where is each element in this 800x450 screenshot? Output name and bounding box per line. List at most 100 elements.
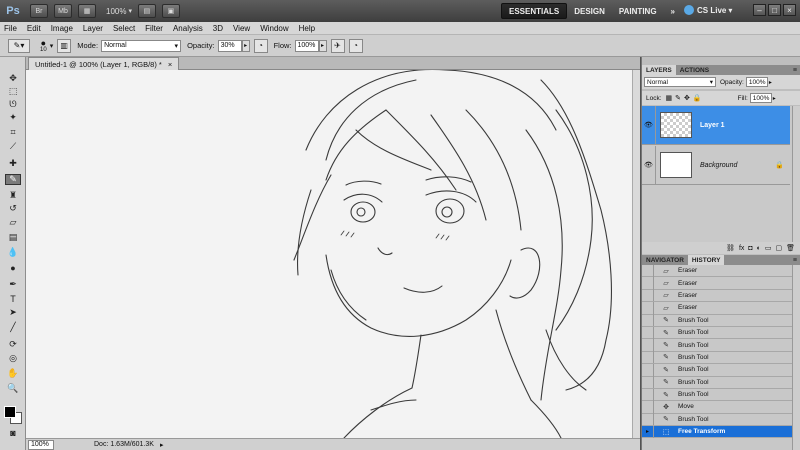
panel-menu-icon[interactable]: ≡ bbox=[789, 255, 800, 265]
layer-row-background[interactable]: 👁 Background 🔒 bbox=[642, 145, 790, 185]
panel-menu-icon[interactable]: ≡ bbox=[789, 65, 800, 75]
status-zoom-input[interactable]: 100% bbox=[28, 439, 54, 450]
menu-image[interactable]: Image bbox=[51, 24, 73, 33]
menu-3d[interactable]: 3D bbox=[213, 24, 223, 33]
3d-rotate-tool[interactable]: ⟳ bbox=[5, 339, 21, 350]
screen-mode-button[interactable]: ▣ bbox=[161, 4, 180, 18]
workspace-essentials[interactable]: ESSENTIALS bbox=[501, 3, 568, 19]
snapshot-source-box[interactable] bbox=[642, 314, 654, 327]
mode-select[interactable]: Normal ▾ bbox=[101, 39, 182, 52]
quick-mask-button[interactable]: ◙ bbox=[5, 427, 21, 438]
fx-icon[interactable]: fx bbox=[739, 245, 744, 252]
visibility-eye-icon[interactable]: 👁 bbox=[642, 145, 656, 185]
history-item[interactable]: ▱ Eraser bbox=[642, 301, 792, 315]
snapshot-source-box[interactable] bbox=[642, 339, 654, 352]
opacity-slider-toggle[interactable]: ▸ bbox=[241, 39, 250, 52]
healing-brush-tool[interactable]: ✚ bbox=[5, 158, 21, 169]
history-item[interactable]: ✎ Brush Tool bbox=[642, 413, 792, 427]
chevron-down-icon[interactable]: ▾ bbox=[50, 42, 54, 50]
dodge-tool[interactable]: ● bbox=[5, 262, 21, 273]
fill-slider-toggle[interactable]: ▸ bbox=[773, 95, 776, 102]
tool-preset-picker[interactable]: ✎▾ bbox=[8, 38, 30, 53]
menu-edit[interactable]: Edit bbox=[27, 24, 41, 33]
brush-preset-picker[interactable]: ● 10 bbox=[40, 38, 47, 53]
snapshot-source-box[interactable] bbox=[642, 351, 654, 364]
view-extras-button[interactable]: ▦ bbox=[78, 4, 96, 18]
snapshot-source-box[interactable] bbox=[642, 277, 654, 290]
snapshot-source-box[interactable] bbox=[642, 363, 654, 376]
status-menu-arrow[interactable]: ▸ bbox=[160, 441, 164, 449]
clone-stamp-tool[interactable]: ♜ bbox=[5, 190, 21, 201]
visibility-eye-icon[interactable]: 👁 bbox=[642, 105, 656, 145]
menu-layer[interactable]: Layer bbox=[83, 24, 103, 33]
history-item[interactable]: ✎ Brush Tool bbox=[642, 388, 792, 402]
history-item[interactable]: ▱ Eraser bbox=[642, 289, 792, 303]
trash-icon[interactable]: 🗑 bbox=[786, 244, 795, 252]
history-item-current[interactable]: ▸ ⬚ Free Transform bbox=[642, 425, 792, 439]
3d-orbit-tool[interactable]: ◎ bbox=[5, 353, 21, 364]
add-mask-icon[interactable]: ◘ bbox=[748, 245, 752, 252]
menu-view[interactable]: View bbox=[233, 24, 250, 33]
history-scrollbar[interactable] bbox=[792, 265, 800, 450]
history-item[interactable]: ▱ Eraser bbox=[642, 277, 792, 290]
hand-tool[interactable]: ✋ bbox=[5, 368, 21, 379]
tab-navigator[interactable]: NAVIGATOR bbox=[642, 255, 688, 265]
layers-scrollbar[interactable] bbox=[792, 106, 800, 242]
fill-input[interactable]: 100% bbox=[749, 93, 772, 103]
tab-layers[interactable]: LAYERS bbox=[642, 65, 676, 75]
snapshot-source-box[interactable] bbox=[642, 388, 654, 401]
pressure-size-toggle[interactable]: ◔ bbox=[348, 38, 363, 53]
quick-selection-tool[interactable]: ✦ bbox=[5, 112, 21, 123]
snapshot-source-box[interactable] bbox=[642, 401, 654, 413]
history-brush-tool[interactable]: ↺ bbox=[5, 203, 21, 214]
history-item[interactable]: ✎ Brush Tool bbox=[642, 351, 792, 365]
snapshot-source-box[interactable] bbox=[642, 413, 654, 426]
foreground-color-swatch[interactable] bbox=[4, 406, 16, 418]
brush-tool[interactable]: ✎ bbox=[5, 174, 21, 185]
crop-tool[interactable]: ⌗ bbox=[5, 127, 21, 138]
chevron-down-icon[interactable]: ▾ bbox=[128, 7, 132, 15]
menu-select[interactable]: Select bbox=[113, 24, 135, 33]
snapshot-source-box[interactable]: ▸ bbox=[642, 425, 654, 438]
history-item[interactable]: ✎ Brush Tool bbox=[642, 376, 792, 389]
tab-actions[interactable]: ACTIONS bbox=[676, 65, 713, 75]
lock-image-icon[interactable]: ✎ bbox=[675, 94, 681, 102]
minimize-button[interactable]: – bbox=[753, 4, 766, 16]
opacity-input[interactable]: 30% bbox=[217, 39, 242, 52]
arrange-documents-button[interactable]: ▤ bbox=[137, 4, 156, 18]
eyedropper-tool[interactable]: ⟋ bbox=[5, 141, 21, 152]
flow-input[interactable]: 100% bbox=[294, 39, 319, 52]
history-item[interactable]: ✥ Move bbox=[642, 401, 792, 414]
link-layers-icon[interactable]: ⛓ bbox=[726, 244, 735, 252]
new-layer-icon[interactable]: ▢ bbox=[775, 244, 782, 252]
close-icon[interactable]: × bbox=[168, 60, 172, 69]
menu-help[interactable]: Help bbox=[299, 24, 315, 33]
pen-tool[interactable]: ✒ bbox=[5, 279, 21, 290]
shape-tool[interactable]: ╱ bbox=[5, 322, 21, 333]
airbrush-toggle[interactable]: ✈ bbox=[330, 38, 345, 53]
lock-all-icon[interactable]: 🔒 bbox=[693, 94, 702, 102]
snapshot-source-box[interactable] bbox=[642, 265, 654, 277]
mini-bridge-button[interactable]: Mb bbox=[54, 4, 72, 18]
lock-transparent-icon[interactable]: ▦ bbox=[666, 94, 673, 102]
gradient-tool[interactable]: ▤ bbox=[5, 232, 21, 243]
snapshot-source-box[interactable] bbox=[642, 289, 654, 302]
document-tab[interactable]: Untitled-1 @ 100% (Layer 1, RGB/8) * × bbox=[28, 57, 180, 70]
blend-mode-select[interactable]: Normal ▾ bbox=[644, 77, 716, 87]
workspace-more[interactable]: » bbox=[664, 3, 682, 19]
menu-analysis[interactable]: Analysis bbox=[173, 24, 203, 33]
history-item[interactable]: ▱ Eraser bbox=[642, 265, 792, 278]
workspace-design[interactable]: DESIGN bbox=[567, 3, 612, 19]
layer-row-layer-1[interactable]: 👁 Layer 1 bbox=[642, 105, 790, 145]
history-item[interactable]: ✎ Brush Tool bbox=[642, 363, 792, 377]
tab-history[interactable]: HISTORY bbox=[687, 255, 725, 265]
history-item[interactable]: ✎ Brush Tool bbox=[642, 339, 792, 352]
adjustment-layer-icon[interactable]: ◐ bbox=[757, 245, 761, 252]
opacity-slider-toggle[interactable]: ▸ bbox=[769, 79, 772, 86]
document-canvas[interactable] bbox=[26, 70, 632, 438]
maximize-button[interactable]: □ bbox=[768, 4, 781, 16]
marquee-tool[interactable]: ⬚ bbox=[5, 86, 21, 97]
new-group-icon[interactable]: ▭ bbox=[765, 244, 772, 252]
history-item[interactable]: ✎ Brush Tool bbox=[642, 314, 792, 327]
pressure-opacity-toggle[interactable]: ◔ bbox=[253, 38, 268, 53]
